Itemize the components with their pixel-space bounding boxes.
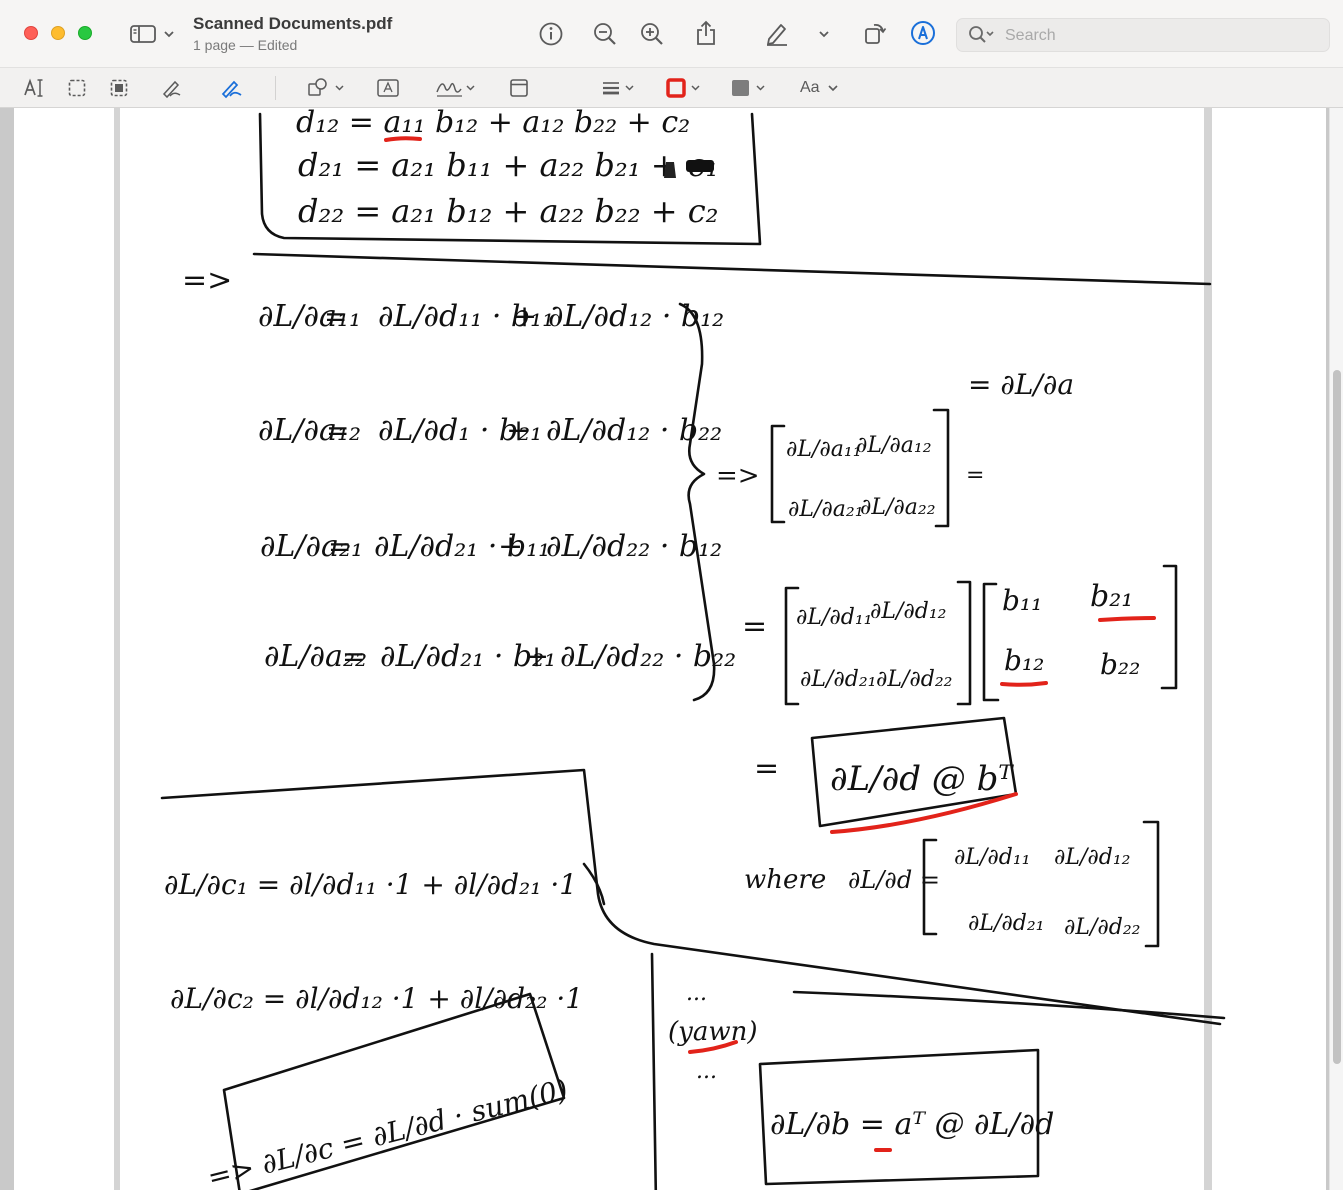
matrix-b-22: b₂₂ [1100,648,1140,681]
text-box-icon[interactable] [376,77,400,99]
markup-toolbar: Aa [0,68,1343,108]
fill-color-icon[interactable] [728,77,772,99]
where-d-22: ∂L/∂d₂₂ [1064,915,1141,940]
grad-c1: ∂L/∂c₁ = ∂l/∂d₁₁ ·1 + ∂l/∂d₂₁ ·1 [164,868,577,901]
equals-6: = [754,751,779,786]
search-icon [967,25,997,45]
sketch-icon[interactable] [160,77,184,99]
underline-b21 [1098,616,1156,622]
matrix-b-12: b₁₂ [1004,644,1044,677]
dl-da-label: = ∂L/∂a [968,368,1074,401]
zoom-in-icon[interactable] [638,20,666,48]
bracket-left-a [770,424,786,524]
preview-window: Scanned Documents.pdf 1 page — Edited Se… [0,0,1343,1190]
sidebar-icon[interactable] [128,22,158,46]
equals-4: = [342,640,365,673]
matrix-d-22: ∂L/∂d₂₂ [876,667,953,692]
chevron-down-icon[interactable] [817,27,831,41]
toolbar-divider [275,76,276,100]
b-section-top [792,990,1226,1020]
result-b: ∂L/∂b = aᵀ @ ∂L/∂d [770,1107,1054,1142]
eq-d21: d₂₁ = a₂₁ b₁₁ + a₂₂ b₂₁ + c₁ [298,146,718,184]
title-bar: Scanned Documents.pdf 1 page — Edited [0,0,1343,68]
matrix-d-21: ∂L/∂d₂₁ [800,667,877,692]
scrollbar-thumb[interactable] [1333,370,1341,1064]
highlighter-icon[interactable] [762,18,792,48]
where-d-21: ∂L/∂d₂₁ [968,911,1045,936]
bracket-right-where [1142,820,1160,948]
grad-a12-term2: ∂L/∂d₁₂ · b₂₂ [546,413,722,448]
matrix-b-21: b₂₁ [1090,579,1133,614]
implies-1: => [182,263,232,298]
result-c: => ∂L/∂c = ∂L/∂d · sum(0) [204,1073,571,1190]
underline-b12 [1000,681,1048,687]
document-subtitle: 1 page — Edited [193,37,298,53]
implies-2: => [716,461,760,491]
matrix-a-21: ∂L/∂a₂₁ [788,497,864,522]
equals-1: = [324,300,347,333]
sign-icon[interactable] [434,77,478,99]
grad-c2: ∂L/∂c₂ = ∂l/∂d₁₂ ·1 + ∂l/∂d₂₂ ·1 [170,982,583,1015]
where-d-11: ∂L/∂d₁₁ [954,845,1031,870]
bracket-left-b [982,582,1000,702]
rotate-icon[interactable] [861,19,889,47]
vertical-scrollbar[interactable] [1329,108,1343,1190]
draw-icon[interactable] [219,77,245,99]
yawn-label: (yawn) [668,1017,757,1047]
border-color-icon[interactable] [664,77,706,99]
note-icon[interactable] [507,77,531,99]
b-section-border [650,952,658,1190]
chevron-down-icon[interactable] [826,81,840,95]
plus-4: + [524,639,549,674]
search-input[interactable] [1003,24,1307,48]
result-a: ∂L/∂d @ bᵀ [830,759,1014,799]
rectangular-selection-icon[interactable] [66,77,88,99]
plus-3: + [498,529,523,564]
markup-icon[interactable] [909,19,937,47]
zoom-out-icon[interactable] [591,20,619,48]
document-viewport[interactable]: d₁₂ = a₁₁ b₁₂ + a₁₂ b₂₂ + c₂ d₂₁ = a₂₁ b… [0,108,1343,1190]
eq-d12: d₁₂ = a₁₁ b₁₂ + a₁₂ b₂₂ + c₂ [296,108,690,140]
grad-a21-term1: ∂L/∂d₂₁ · b₁₁ [374,529,550,564]
smart-lasso-icon[interactable] [108,77,130,99]
eq-d22: d₂₂ = a₂₁ b₁₂ + a₂₂ b₂₂ + c₂ [298,192,718,230]
plus-1: + [512,299,537,334]
shapes-icon[interactable] [306,77,346,99]
close-window-button[interactable] [24,26,38,40]
search-field[interactable] [956,18,1330,52]
text-selection-icon[interactable] [22,77,46,99]
matrix-d-12: ∂L/∂d₁₂ [870,599,947,624]
plus-2: + [506,413,531,448]
dl-dd-lhs: ∂L/∂d = [848,866,940,894]
underline-a11 [384,136,422,142]
equals-mark: = [966,463,984,488]
matrix-b-11: b₁₁ [1002,584,1042,617]
dots-top: ... [686,981,707,1006]
matrix-a-22: ∂L/∂a₂₂ [860,495,936,520]
section-divider [252,252,1212,286]
minimize-window-button[interactable] [51,26,65,40]
bracket-right-b [1160,564,1178,690]
pdf-page: d₁₂ = a₁₁ b₁₂ + a₁₂ b₂₂ + c₂ d₂₁ = a₂₁ b… [14,108,1326,1190]
chevron-down-icon[interactable] [162,27,176,41]
where-d-12: ∂L/∂d₁₂ [1054,845,1131,870]
bracket-right-d [956,580,972,706]
text-style-button[interactable]: Aa [800,79,820,97]
handwritten-notes: d₁₂ = a₁₁ b₁₂ + a₁₂ b₂₂ + c₂ d₂₁ = a₂₁ b… [160,108,1226,1190]
matrix-a-11: ∂L/∂a₁₁ [786,437,862,462]
matrix-a-12: ∂L/∂a₁₂ [856,433,932,458]
info-icon[interactable] [537,20,565,48]
equals-2: = [326,414,349,447]
line-style-icon[interactable] [600,77,640,99]
equals-5: = [742,609,767,644]
document-title: Scanned Documents.pdf [193,14,393,33]
dots-bottom: ... [696,1059,717,1084]
equals-3: = [328,530,351,563]
where-label: where [744,865,826,895]
matrix-d-11: ∂L/∂d₁₁ [796,605,873,630]
share-icon[interactable] [692,18,720,48]
bracket-right-a [932,408,950,528]
maximize-window-button[interactable] [78,26,92,40]
